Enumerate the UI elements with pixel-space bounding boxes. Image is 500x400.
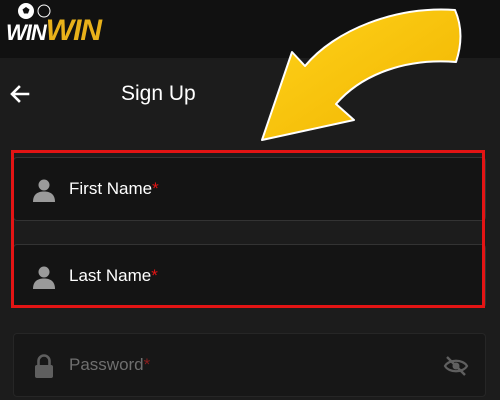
page-header: Sign Up bbox=[0, 58, 500, 132]
top-bar: WINWIN bbox=[0, 0, 500, 58]
soccer-ball-icon bbox=[18, 3, 51, 19]
page-title: Sign Up bbox=[121, 82, 196, 105]
password-field[interactable]: Password* bbox=[13, 333, 486, 397]
arrow-left-icon[interactable] bbox=[8, 82, 32, 106]
password-placeholder: Password* bbox=[69, 355, 150, 375]
password-label: Password bbox=[69, 355, 144, 374]
eye-off-icon[interactable] bbox=[443, 354, 469, 378]
required-asterisk: * bbox=[143, 355, 151, 374]
highlight-box bbox=[11, 150, 485, 308]
lock-icon bbox=[35, 354, 53, 378]
